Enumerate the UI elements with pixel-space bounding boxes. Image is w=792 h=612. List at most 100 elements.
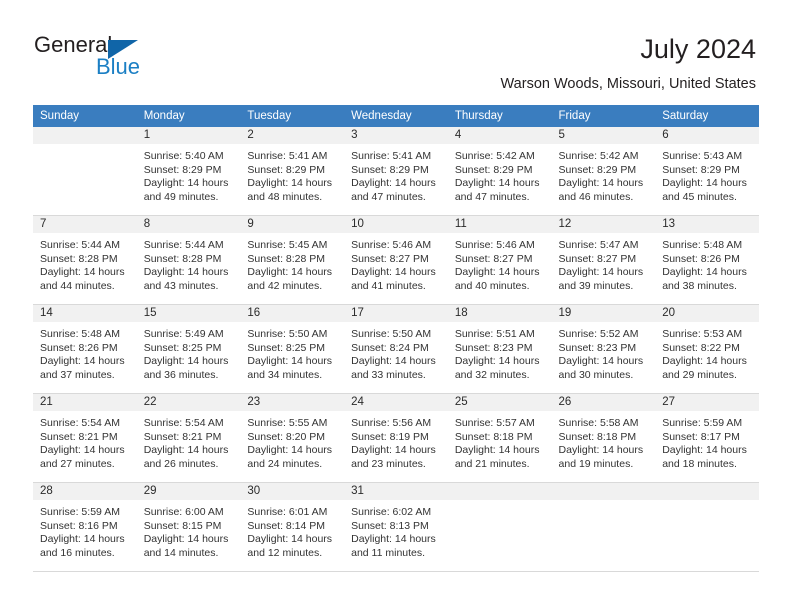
- daylight-text-line2: and 43 minutes.: [143, 279, 219, 292]
- day-number: 21: [33, 394, 137, 411]
- day-number: 16: [240, 305, 345, 322]
- day-detail: Sunrise: 5:41 AM Sunset: 8:29 PM Daylight:…: [240, 144, 344, 204]
- calendar-day-cell[interactable]: 23 Sunrise: 5:55 AM Sunset: 8:20 PM Dayligh…: [240, 393, 345, 483]
- daylight-text-line2: and 47 minutes.: [351, 190, 426, 203]
- sunset-text: Sunset: 8:23 PM: [558, 341, 637, 354]
- daylight-text-line2: and 16 minutes.: [40, 546, 115, 559]
- calendar-day-cell[interactable]: 14 Sunrise: 5:48 AM Sunset: 8:26 PM Dayligh…: [33, 304, 137, 394]
- calendar-day-cell[interactable]: 30 Sunrise: 6:01 AM Sunset: 8:14 PM Dayligh…: [240, 482, 345, 572]
- calendar-day-cell[interactable]: 27 Sunrise: 5:59 AM Sunset: 8:17 PM Dayligh…: [655, 393, 759, 483]
- daylight-text-line2: and 27 minutes.: [40, 457, 115, 470]
- sunset-text: Sunset: 8:29 PM: [351, 163, 429, 176]
- day-number: 4: [447, 127, 552, 144]
- calendar-day-cell[interactable]: 2 Sunrise: 5:41 AM Sunset: 8:29 PM Daylight…: [240, 127, 345, 216]
- daylight-text-line2: and 26 minutes.: [143, 457, 219, 470]
- calendar-day-cell[interactable]: 28 Sunrise: 5:59 AM Sunset: 8:16 PM Dayligh…: [33, 482, 137, 572]
- sunset-text: Sunset: 8:29 PM: [247, 163, 326, 176]
- calendar-day-cell[interactable]: 16 Sunrise: 5:50 AM Sunset: 8:25 PM Dayligh…: [240, 304, 345, 394]
- sunrise-text: Sunrise: 5:59 AM: [40, 506, 120, 518]
- calendar-day-cell[interactable]: 15 Sunrise: 5:49 AM Sunset: 8:25 PM Dayligh…: [136, 304, 241, 394]
- day-number: [447, 483, 552, 500]
- sunrise-text: Sunrise: 5:48 AM: [662, 239, 743, 251]
- day-number: 23: [240, 394, 345, 411]
- daylight-text-line2: and 36 minutes.: [143, 368, 219, 381]
- sunrise-text: Sunrise: 5:49 AM: [143, 328, 224, 340]
- calendar-day-cell[interactable]: 17 Sunrise: 5:50 AM Sunset: 8:24 PM Dayligh…: [344, 304, 448, 394]
- daylight-text-line2: and 19 minutes.: [558, 457, 634, 470]
- sunset-text: Sunset: 8:26 PM: [662, 252, 740, 265]
- sunset-text: Sunset: 8:23 PM: [454, 341, 533, 354]
- calendar-week-row: 21 Sunrise: 5:54 AM Sunset: 8:21 PM Dayligh…: [33, 393, 759, 483]
- daylight-text-line2: and 38 minutes.: [662, 279, 737, 292]
- sunset-text: Sunset: 8:14 PM: [247, 519, 326, 532]
- calendar-day-cell[interactable]: 3 Sunrise: 5:41 AM Sunset: 8:29 PM Daylight…: [344, 127, 448, 216]
- calendar-day-cell[interactable]: 18 Sunrise: 5:51 AM Sunset: 8:23 PM Dayligh…: [447, 304, 552, 394]
- sunset-text: Sunset: 8:21 PM: [40, 430, 118, 443]
- calendar-day-cell[interactable]: 20 Sunrise: 5:53 AM Sunset: 8:22 PM Dayligh…: [655, 304, 759, 394]
- day-detail: [655, 500, 759, 506]
- calendar-day-cell[interactable]: 22 Sunrise: 5:54 AM Sunset: 8:21 PM Dayligh…: [136, 393, 241, 483]
- calendar-day-cell[interactable]: 31 Sunrise: 6:02 AM Sunset: 8:13 PM Dayligh…: [344, 482, 448, 572]
- day-detail: Sunrise: 5:51 AM Sunset: 8:23 PM Daylight:…: [448, 322, 552, 382]
- daylight-text-line1: Daylight: 14 hours: [247, 355, 333, 368]
- sunset-text: Sunset: 8:27 PM: [558, 252, 637, 265]
- sunset-text: Sunset: 8:28 PM: [143, 252, 222, 265]
- sunset-text: Sunset: 8:29 PM: [454, 163, 533, 176]
- general-blue-logo[interactable]: General Blue: [34, 32, 254, 84]
- calendar-day-cell[interactable]: 24 Sunrise: 5:56 AM Sunset: 8:19 PM Dayligh…: [344, 393, 448, 483]
- day-number: 9: [240, 216, 345, 233]
- calendar-day-cell[interactable]: 13 Sunrise: 5:48 AM Sunset: 8:26 PM Dayligh…: [655, 215, 759, 305]
- sunrise-text: Sunrise: 5:47 AM: [558, 239, 639, 251]
- calendar-day-cell[interactable]: 19 Sunrise: 5:52 AM Sunset: 8:23 PM Dayligh…: [551, 304, 656, 394]
- day-detail: Sunrise: 5:58 AM Sunset: 8:18 PM Daylight:…: [552, 411, 656, 471]
- sunrise-text: Sunrise: 5:46 AM: [351, 239, 432, 251]
- day-detail: Sunrise: 5:57 AM Sunset: 8:18 PM Daylight:…: [448, 411, 552, 471]
- calendar-day-cell[interactable]: 29 Sunrise: 6:00 AM Sunset: 8:15 PM Dayligh…: [136, 482, 241, 572]
- sunset-text: Sunset: 8:18 PM: [454, 430, 533, 443]
- weekday-header-saturday: Saturday: [655, 105, 759, 127]
- sunrise-text: Sunrise: 5:45 AM: [247, 239, 328, 251]
- day-number: [33, 127, 137, 144]
- calendar-day-cell[interactable]: 21 Sunrise: 5:54 AM Sunset: 8:21 PM Dayligh…: [33, 393, 137, 483]
- daylight-text-line2: and 14 minutes.: [143, 546, 219, 559]
- day-number: 2: [240, 127, 345, 144]
- logo-text-blue: Blue: [96, 54, 141, 79]
- sunrise-text: Sunrise: 5:44 AM: [40, 239, 120, 251]
- calendar-day-cell[interactable]: 5 Sunrise: 5:42 AM Sunset: 8:29 PM Daylight…: [551, 127, 656, 216]
- calendar-empty-cell: [33, 127, 137, 216]
- calendar-day-cell[interactable]: 9 Sunrise: 5:45 AM Sunset: 8:28 PM Daylight…: [240, 215, 345, 305]
- calendar-day-cell[interactable]: 1 Sunrise: 5:40 AM Sunset: 8:29 PM Daylight…: [136, 127, 241, 216]
- sunrise-text: Sunrise: 5:58 AM: [558, 417, 639, 429]
- day-detail: Sunrise: 5:56 AM Sunset: 8:19 PM Daylight:…: [344, 411, 448, 471]
- weekday-header-sunday: Sunday: [33, 105, 137, 127]
- day-detail: Sunrise: 5:50 AM Sunset: 8:24 PM Daylight:…: [344, 322, 448, 382]
- daylight-text-line1: Daylight: 14 hours: [247, 444, 333, 457]
- calendar-day-cell[interactable]: 12 Sunrise: 5:47 AM Sunset: 8:27 PM Dayligh…: [551, 215, 656, 305]
- calendar-day-cell[interactable]: 10 Sunrise: 5:46 AM Sunset: 8:27 PM Dayligh…: [344, 215, 448, 305]
- calendar-week-row: 1 Sunrise: 5:40 AM Sunset: 8:29 PM Daylight…: [33, 127, 759, 216]
- sunset-text: Sunset: 8:26 PM: [40, 341, 118, 354]
- sunset-text: Sunset: 8:22 PM: [662, 341, 740, 354]
- day-detail: Sunrise: 5:53 AM Sunset: 8:22 PM Daylight:…: [655, 322, 759, 382]
- day-detail: Sunrise: 5:41 AM Sunset: 8:29 PM Daylight:…: [344, 144, 448, 204]
- sunset-text: Sunset: 8:29 PM: [143, 163, 222, 176]
- calendar-day-cell[interactable]: 6 Sunrise: 5:43 AM Sunset: 8:29 PM Daylight…: [655, 127, 759, 216]
- day-detail: Sunrise: 5:48 AM Sunset: 8:26 PM Daylight:…: [655, 233, 759, 293]
- sunrise-text: Sunrise: 5:48 AM: [40, 328, 120, 340]
- calendar-day-cell[interactable]: 8 Sunrise: 5:44 AM Sunset: 8:28 PM Daylight…: [136, 215, 241, 305]
- daylight-text-line2: and 29 minutes.: [662, 368, 737, 381]
- day-number: 11: [447, 216, 552, 233]
- day-number: 3: [344, 127, 448, 144]
- day-detail: Sunrise: 5:59 AM Sunset: 8:16 PM Daylight:…: [33, 500, 137, 560]
- calendar-day-cell[interactable]: 11 Sunrise: 5:46 AM Sunset: 8:27 PM Dayligh…: [447, 215, 552, 305]
- calendar-day-cell[interactable]: 25 Sunrise: 5:57 AM Sunset: 8:18 PM Dayligh…: [447, 393, 552, 483]
- calendar-day-cell[interactable]: 7 Sunrise: 5:44 AM Sunset: 8:28 PM Daylight…: [33, 215, 137, 305]
- sunrise-text: Sunrise: 5:44 AM: [143, 239, 224, 251]
- calendar-day-cell[interactable]: 26 Sunrise: 5:58 AM Sunset: 8:18 PM Dayligh…: [551, 393, 656, 483]
- daylight-text-line2: and 47 minutes.: [454, 190, 530, 203]
- daylight-text-line1: Daylight: 14 hours: [454, 177, 540, 190]
- daylight-text-line1: Daylight: 14 hours: [454, 355, 540, 368]
- day-number: 13: [655, 216, 759, 233]
- day-number: 8: [136, 216, 241, 233]
- calendar-day-cell[interactable]: 4 Sunrise: 5:42 AM Sunset: 8:29 PM Daylight…: [447, 127, 552, 216]
